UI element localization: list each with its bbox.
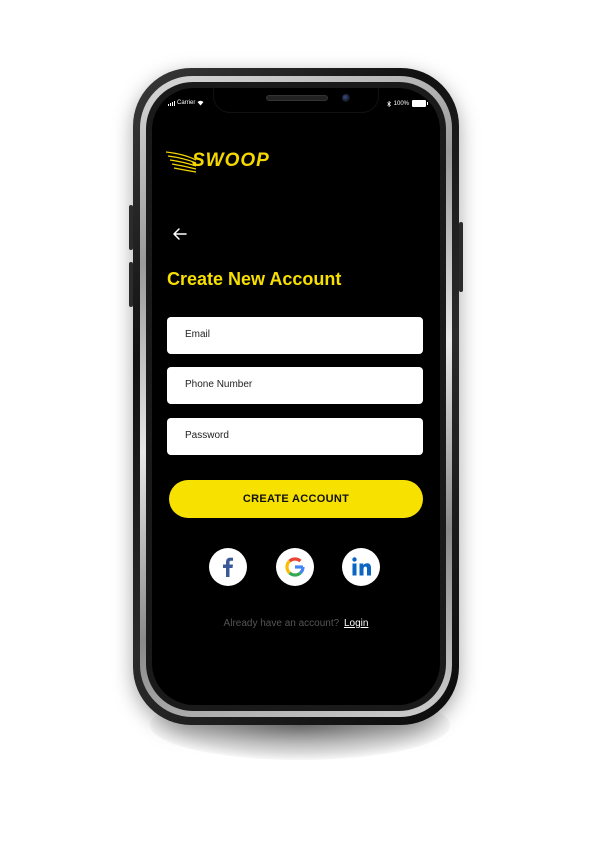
email-placeholder: Email — [185, 329, 211, 340]
battery-percent: 100% — [393, 100, 409, 107]
create-account-button[interactable]: CREATE ACCOUNT — [169, 480, 423, 518]
page-title: Create New Account — [167, 269, 342, 289]
battery-icon — [412, 100, 428, 107]
linkedin-button[interactable] — [342, 548, 380, 586]
facebook-icon — [223, 557, 233, 577]
facebook-button[interactable] — [209, 548, 247, 586]
logo-text: SWOOP — [192, 150, 270, 171]
volume-up-button — [129, 205, 133, 250]
google-button[interactable] — [276, 548, 314, 586]
login-prompt: Already have an account? Login — [152, 618, 440, 629]
password-field[interactable]: Password — [167, 418, 423, 455]
volume-down-button — [129, 262, 133, 307]
earpiece-speaker — [266, 95, 328, 101]
arrow-left-icon[interactable] — [172, 226, 188, 242]
password-placeholder: Password — [185, 430, 229, 441]
carrier-label: Carrier — [177, 100, 196, 106]
phone-number-placeholder: Phone Number — [185, 379, 253, 390]
linkedin-icon — [352, 557, 371, 576]
create-account-label: CREATE ACCOUNT — [242, 493, 350, 505]
wifi-icon — [197, 100, 204, 106]
notch — [214, 88, 378, 112]
swoop-logo: SWOOP — [166, 148, 296, 178]
front-camera-icon — [342, 94, 350, 102]
google-icon — [285, 557, 305, 577]
phone-number-field[interactable]: Phone Number — [167, 367, 423, 404]
power-button — [459, 222, 463, 292]
app-screen: Carrier 100% SWOOP Create New Account Em… — [152, 88, 440, 705]
status-bar-right: 100% — [386, 100, 428, 107]
login-link[interactable]: Login — [344, 618, 368, 629]
login-prompt-text: Already have an account? — [223, 618, 340, 629]
signal-icon — [168, 100, 175, 106]
email-field[interactable]: Email — [167, 317, 423, 354]
status-bar-left: Carrier — [168, 100, 204, 106]
bluetooth-icon — [386, 100, 391, 107]
